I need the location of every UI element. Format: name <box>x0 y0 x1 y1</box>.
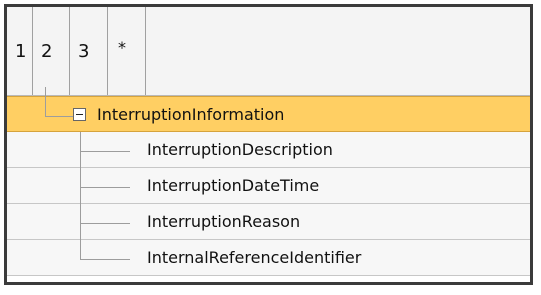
column-header-3-label: 3 <box>78 41 90 62</box>
tree-child-label: InternalReferenceIdentifier <box>147 248 362 267</box>
tree-row-child[interactable]: InterruptionReason <box>7 204 530 240</box>
column-header-1[interactable]: 1 <box>7 7 33 95</box>
column-header-1-label: 1 <box>15 41 27 62</box>
tree-line-child-vertical <box>80 132 81 168</box>
tree-row-child[interactable]: InterruptionDescription <box>7 132 530 168</box>
tree-line-child-vertical <box>80 240 81 259</box>
tree-row-child[interactable]: InterruptionDateTime <box>7 168 530 204</box>
tree-line-root-horizontal <box>45 116 73 117</box>
tree-line-child-vertical <box>80 204 81 240</box>
tree-rows: InterruptionInformation InterruptionDesc… <box>7 87 530 276</box>
tree-row-parent[interactable]: InterruptionInformation <box>7 87 530 132</box>
column-header-2[interactable]: 2 <box>33 7 70 95</box>
tree-line-child-vertical <box>80 168 81 204</box>
tree-panel: 1 2 3 * InterruptionInformation Interrup… <box>4 4 533 285</box>
app-frame: 1 2 3 * InterruptionInformation Interrup… <box>0 0 541 295</box>
tree-line-child-horizontal <box>80 259 130 260</box>
tree-child-label: InterruptionDescription <box>147 140 333 159</box>
tree-line-child-horizontal <box>80 187 130 188</box>
column-header-3[interactable]: 3 <box>70 7 108 95</box>
tree-line-child-horizontal <box>80 223 130 224</box>
tree-parent-label: InterruptionInformation <box>97 105 285 124</box>
tree-child-label: InterruptionDateTime <box>147 176 320 195</box>
column-header-2-label: 2 <box>41 41 53 62</box>
tree-child-label: InterruptionReason <box>147 212 301 231</box>
column-header-bar: 1 2 3 * <box>7 7 530 96</box>
collapse-icon[interactable] <box>73 108 86 121</box>
tree-line-child-horizontal <box>80 151 130 152</box>
tree-row-child[interactable]: InternalReferenceIdentifier <box>7 240 530 276</box>
tree-line-root-vertical <box>45 87 46 117</box>
column-header-star[interactable]: * <box>108 7 146 95</box>
column-header-star-label: * <box>118 38 126 57</box>
